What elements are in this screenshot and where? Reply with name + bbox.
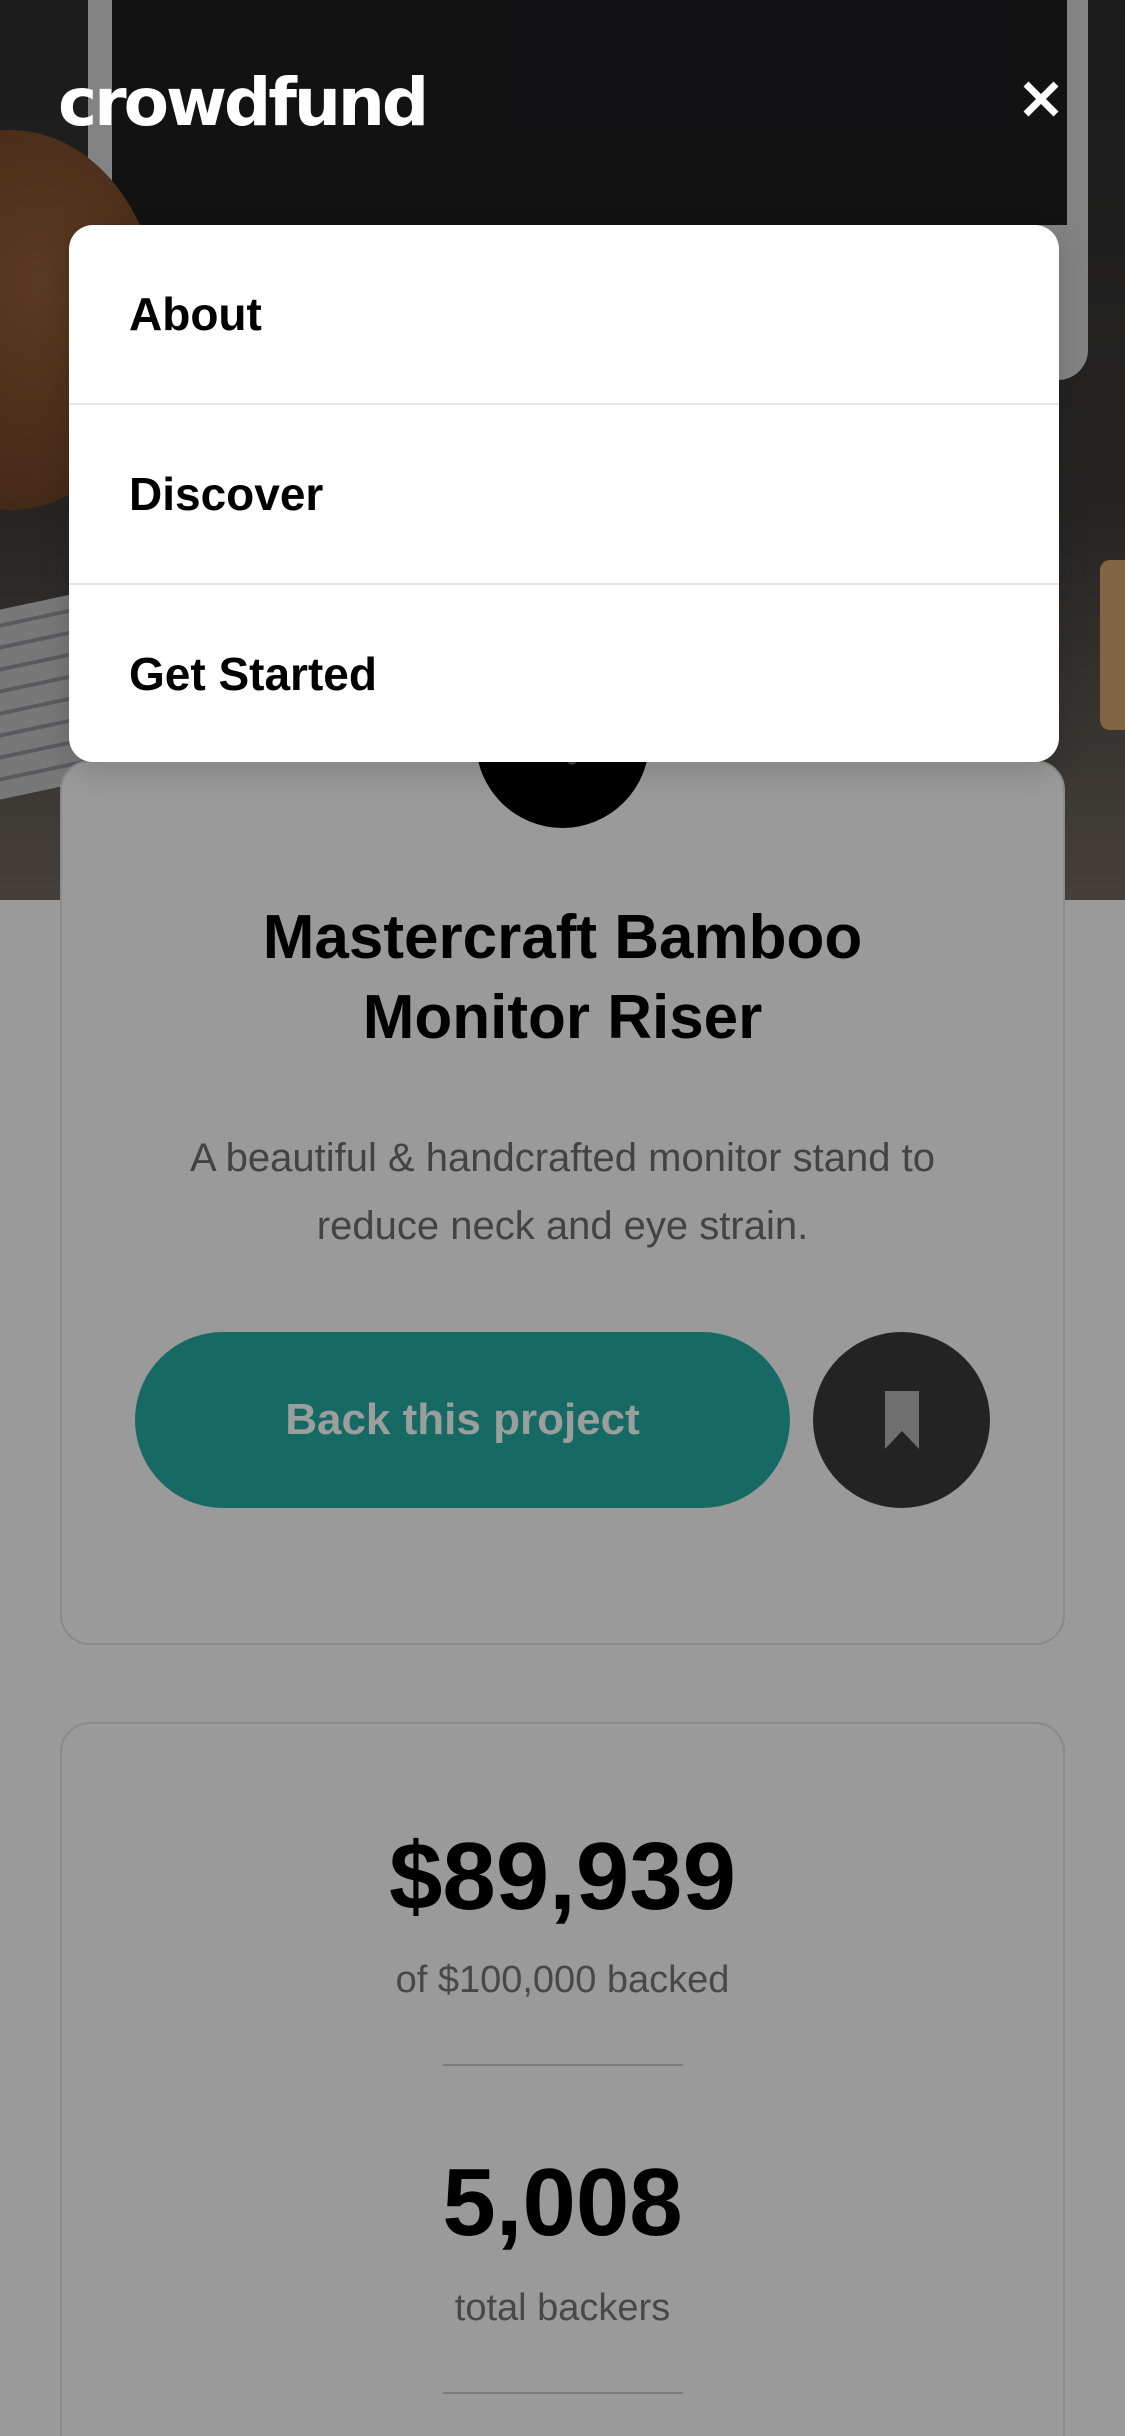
project-title-line2: Monitor Riser	[362, 983, 763, 1052]
amount-backed-value: $89,939	[388, 1823, 736, 1930]
back-project-button[interactable]: Back this project	[135, 1332, 790, 1508]
menu-item-get-started[interactable]: Get Started	[69, 585, 1059, 762]
header: crowdfund	[0, 0, 1125, 210]
bookmark-icon	[884, 1391, 919, 1449]
total-backers-label: total backers	[454, 2287, 671, 2329]
logo[interactable]: crowdfund	[58, 64, 429, 141]
close-menu-button[interactable]	[1010, 68, 1072, 130]
amount-backed-label: of $100,000 backed	[395, 1959, 730, 2001]
total-backers-value: 5,008	[442, 2149, 683, 2256]
project-title: Mastercraft Bamboo Monitor Riser	[60, 898, 1065, 1058]
menu-item-about[interactable]: About	[69, 225, 1059, 405]
nav-menu: About Discover Get Started	[69, 225, 1059, 762]
close-icon	[1023, 81, 1059, 117]
stats-divider	[443, 2064, 683, 2066]
menu-item-discover[interactable]: Discover	[69, 405, 1059, 585]
stats-divider	[443, 2392, 683, 2394]
project-title-line1: Mastercraft Bamboo	[262, 903, 863, 972]
bookmark-button[interactable]	[813, 1332, 990, 1508]
project-description: A beautiful & handcrafted monitor stand …	[190, 1136, 935, 1248]
